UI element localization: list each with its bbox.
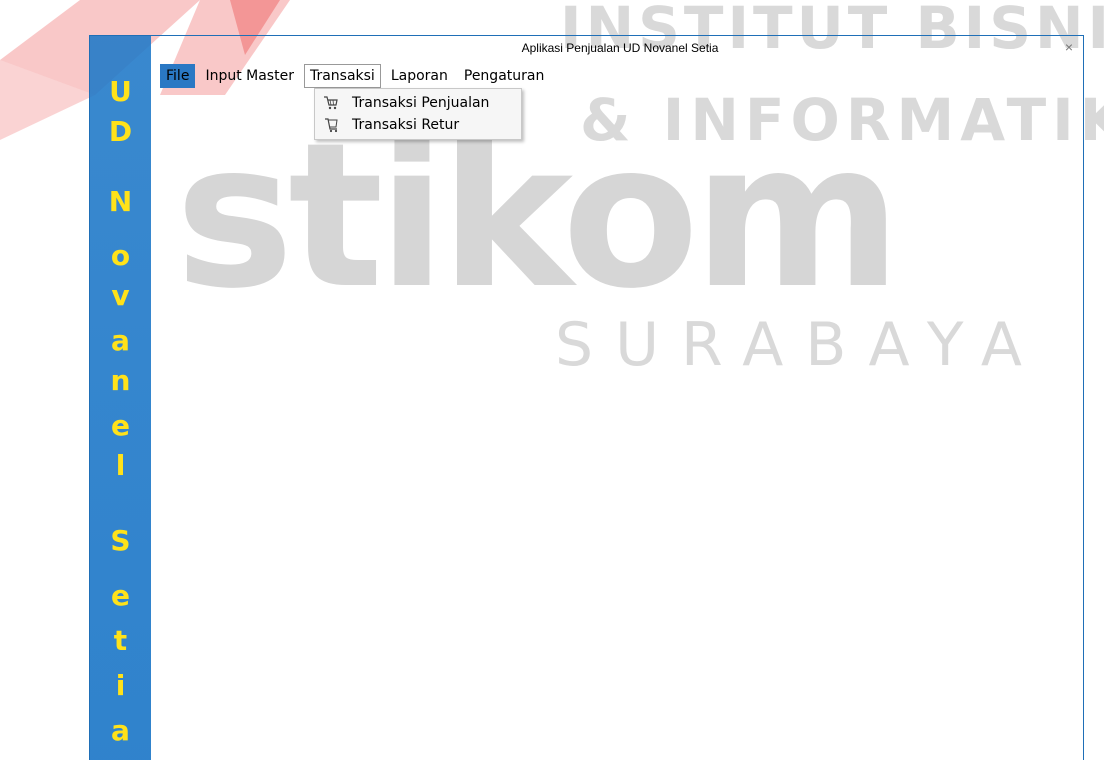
banner-letter: o: [110, 239, 131, 272]
banner-letter: e: [111, 409, 130, 442]
menu-transaksi[interactable]: Transaksi: [303, 64, 381, 88]
shopping-cart-icon: [323, 95, 339, 111]
banner-letter: n: [110, 364, 131, 397]
dropdown-item-label: Transaksi Penjualan: [352, 95, 490, 111]
banner-letter: e: [111, 579, 130, 612]
title-bar: Aplikasi Penjualan UD Novanel Setia ×: [90, 36, 1083, 62]
menu-pengaturan[interactable]: Pengaturan: [458, 64, 550, 88]
app-window: U D N o v a n e l S e t i a Aplikasi Pen…: [89, 35, 1084, 760]
banner-letter: N: [108, 185, 133, 218]
banner-letter: a: [111, 714, 130, 747]
window-title: Aplikasi Penjualan UD Novanel Setia: [521, 41, 719, 55]
banner-letter: U: [109, 75, 132, 108]
banner-letter: t: [113, 624, 128, 657]
banner-letter: i: [115, 669, 126, 702]
banner-letter: D: [108, 115, 133, 148]
menu-bar: File Input Master Transaksi Laporan Peng…: [160, 64, 554, 88]
banner-letter: S: [110, 524, 131, 557]
side-banner: U D N o v a n e l S e t i a: [90, 36, 151, 760]
menu-file[interactable]: File: [160, 64, 196, 88]
transaksi-dropdown: Transaksi Penjualan Transaksi Retur: [314, 88, 522, 140]
menu-item-transaksi-retur[interactable]: Transaksi Retur: [315, 114, 521, 136]
banner-letter: l: [115, 449, 126, 482]
dropdown-item-label: Transaksi Retur: [352, 117, 460, 133]
menu-item-transaksi-penjualan[interactable]: Transaksi Penjualan: [315, 92, 521, 114]
banner-letter: v: [111, 279, 130, 312]
menu-input-master[interactable]: Input Master: [199, 64, 300, 88]
close-button[interactable]: ×: [1055, 36, 1083, 58]
banner-letter: a: [111, 324, 130, 357]
logo-chevron-left: [0, 60, 95, 140]
return-cart-icon: [323, 117, 339, 133]
menu-laporan[interactable]: Laporan: [385, 64, 454, 88]
